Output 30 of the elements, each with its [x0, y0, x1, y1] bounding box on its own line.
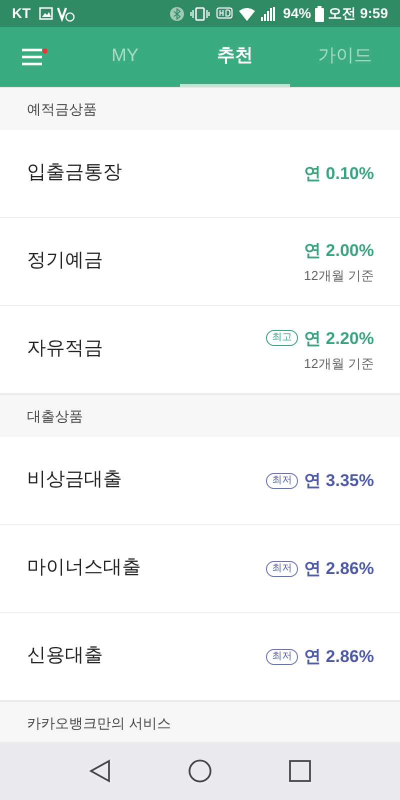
vibrate-icon [190, 6, 210, 20]
rate-label: 연 0.10% [304, 162, 374, 185]
volte-icon [56, 6, 75, 22]
badge: 최저 [266, 648, 298, 664]
hd-icon [216, 7, 234, 20]
recents-icon[interactable] [289, 760, 312, 782]
image-icon [38, 7, 53, 20]
home-icon[interactable] [188, 759, 212, 783]
clock: 오전 9:59 [328, 4, 388, 23]
rate-label: 연 2.20% [304, 328, 374, 350]
menu-icon [22, 48, 48, 66]
wifi-icon [239, 6, 256, 20]
carrier-label: KT [12, 4, 31, 23]
badge: 최저 [266, 560, 298, 576]
badge: 최고 [266, 330, 298, 346]
rate-note: 12개월 기준 [304, 267, 374, 285]
rate-label: 연 2.86% [304, 646, 374, 668]
rate-label: 연 2.00% [304, 240, 374, 262]
section-header: 카카오뱅크만의 서비스 [27, 714, 171, 732]
rate-note: 12개월 기준 [304, 355, 374, 373]
rate-label: 연 2.86% [304, 558, 374, 580]
rate-label: 연 3.35% [304, 470, 374, 492]
battery-percent: 94% [283, 4, 312, 23]
signal-icon [261, 6, 276, 20]
section-header: 대출상품 [27, 406, 83, 426]
bluetooth-icon [170, 6, 184, 20]
section-header: 예적금상품 [27, 100, 97, 118]
back-icon[interactable] [88, 759, 111, 783]
battery-icon [315, 6, 324, 22]
badge: 최저 [266, 472, 298, 488]
